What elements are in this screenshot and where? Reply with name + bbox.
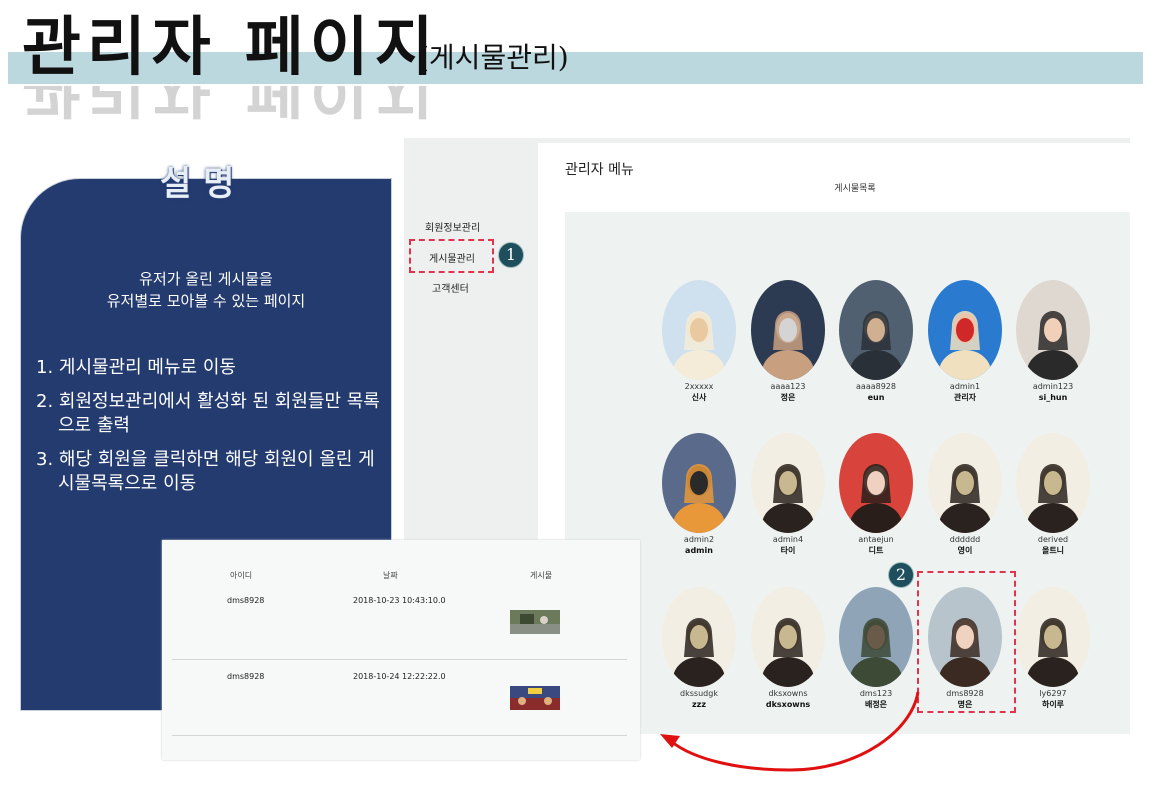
member-id: aaaa123 [770,382,806,391]
post-row-date: 2018-10-23 10:43:10.0 [353,596,446,605]
avatar[interactable] [662,433,736,533]
member-name: admin [685,546,713,555]
member-name: 정은 [780,393,796,402]
member-id: admin123 [1032,382,1074,391]
member-card[interactable]: admin1 관리자 [925,280,1005,404]
member-name: 디트 [868,546,884,555]
member-name: 타이 [780,546,796,555]
avatar[interactable] [662,280,736,380]
admin-subtitle: 게시물목록 [834,184,876,194]
post-thumbnail[interactable] [510,610,560,634]
post-row-id: dms8928 [227,672,265,681]
member-id: aaaa8928 [856,382,896,391]
member-id: admin4 [772,535,804,544]
member-name: 하이루 [1041,700,1065,709]
avatar[interactable] [839,587,913,687]
step-badge-1: 1 [499,243,523,267]
description-summary: 유저가 올린 게시물을 유저별로 모아볼 수 있는 페이지 [20,268,392,312]
member-id: dddddd [949,535,981,544]
step-item: 1. 게시물관리 메뉴로 이동 [36,357,236,378]
highlight-box-menu [409,239,494,273]
row-divider [172,659,627,660]
member-card[interactable]: antaejun 디트 [836,433,916,557]
summary-line: 유저별로 모아볼 수 있는 페이지 [106,292,306,310]
avatar[interactable] [928,280,1002,380]
step-item: 3. 해당 회원을 클릭하면 해당 회원이 올린 게시물목록으로 이동 [36,449,375,494]
avatar[interactable] [751,587,825,687]
member-card[interactable]: admin4 타이 [748,433,828,557]
step-badge-2: 2 [889,563,913,587]
member-name: 영이 [957,546,973,555]
member-name: 관리자 [953,393,977,402]
admin-menu-title: 관리자 메뉴 [565,162,634,178]
step-item: 2. 회원정보관리에서 활성화 된 회원들만 목록으로 출력 [36,391,380,436]
page-title-sub: (게시물관리) [418,41,569,74]
member-card[interactable]: admin2 admin [659,433,739,557]
member-card[interactable]: 2xxxxx 신사 [659,280,739,404]
post-header-date: 날짜 [383,571,398,580]
avatar[interactable] [1016,433,1090,533]
avatar[interactable] [1016,587,1090,687]
member-id: antaejun [858,535,894,544]
title-reflection: 관리자 페이지 [22,86,440,122]
member-name: 올트니 [1041,546,1065,555]
curved-arrow [660,691,920,772]
avatar[interactable] [839,280,913,380]
post-thumbnail[interactable] [510,686,560,710]
member-name: eun [867,393,885,402]
avatar[interactable] [751,433,825,533]
row-divider [172,735,627,736]
member-id: admin1 [949,382,981,391]
member-id: admin2 [683,535,715,544]
member-id: 2xxxxx [684,382,714,391]
description-heading: 설 명 [160,164,235,204]
member-name: si_hun [1038,393,1068,402]
avatar[interactable] [662,587,736,687]
post-row-date: 2018-10-24 12:22:22.0 [353,672,446,681]
highlight-box-member [917,571,1016,713]
member-card[interactable]: dddddd 영이 [925,433,1005,557]
post-header-id: 아이디 [230,571,253,580]
member-card[interactable]: admin123 si_hun [1013,280,1093,404]
avatar[interactable] [751,280,825,380]
member-id: derived [1037,535,1069,544]
member-card[interactable]: aaaa8928 eun [836,280,916,404]
avatar[interactable] [928,433,1002,533]
post-header-post: 게시물 [530,571,553,580]
avatar[interactable] [839,433,913,533]
member-card[interactable]: aaaa123 정은 [748,280,828,404]
sidebar-item-support[interactable]: 고객센터 [432,280,469,295]
member-name: 신사 [691,393,707,402]
member-id: ly6297 [1039,689,1067,698]
page-title: 관리자 페이지 [22,10,440,85]
member-card[interactable]: derived 올트니 [1013,433,1093,557]
description-steps: 1. 게시물관리 메뉴로 이동 2. 회원정보관리에서 활성화 된 회원들만 목… [36,356,386,506]
avatar[interactable] [1016,280,1090,380]
sidebar-item-member-info[interactable]: 회원정보관리 [425,219,480,234]
summary-line: 유저가 올린 게시물을 [139,270,273,288]
member-card[interactable]: ly6297 하이루 [1013,587,1093,711]
post-row-id: dms8928 [227,596,265,605]
